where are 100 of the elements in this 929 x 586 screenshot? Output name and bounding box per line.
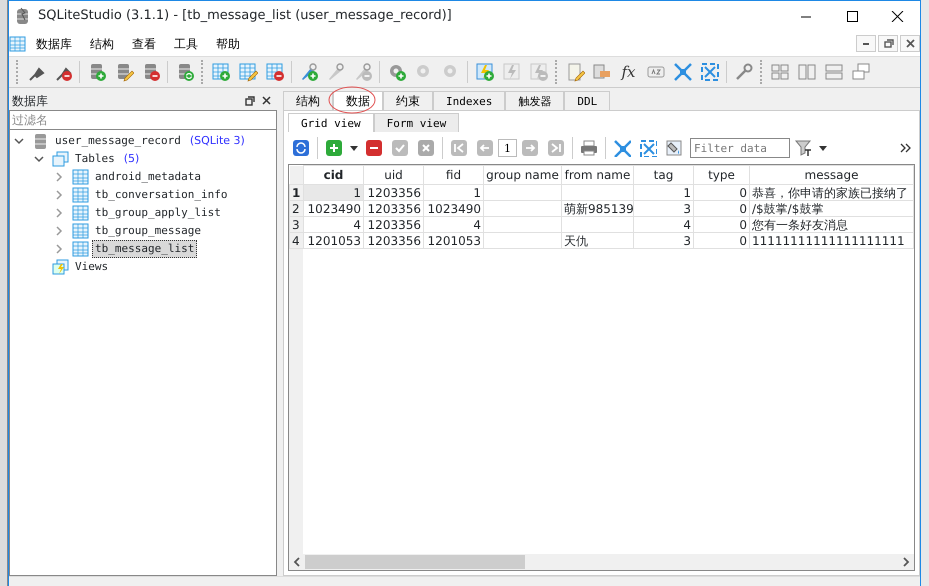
menu-item[interactable]: 帮助	[207, 34, 249, 52]
functions-button[interactable]: fx	[615, 59, 642, 85]
tree-item[interactable]: tb_message_list	[92, 240, 198, 258]
previous-page-icon	[476, 139, 494, 157]
restore-icon	[244, 95, 256, 106]
row-number[interactable]: 4	[290, 232, 304, 248]
filter-mode-icon	[794, 139, 812, 157]
menu-item[interactable]: 查看	[123, 34, 165, 52]
table-cell[interactable]: 1023490	[424, 200, 484, 216]
annotation-circle	[327, 85, 377, 115]
tree-item[interactable]: Views	[72, 258, 112, 276]
database-icon	[32, 133, 49, 149]
tab[interactable]: Indexes	[433, 91, 506, 110]
table-cell[interactable]: 1203356	[364, 200, 424, 216]
page-field[interactable]: 1	[498, 139, 517, 157]
table-cell[interactable]: 0	[694, 200, 750, 216]
table-cell[interactable]	[484, 216, 562, 232]
tab[interactable]: 触发器	[505, 91, 564, 110]
menu-item[interactable]: 数据库	[27, 34, 81, 52]
row-number[interactable]: 3	[290, 216, 304, 232]
item-count: (SQLite 3)	[190, 132, 245, 149]
tab[interactable]: 结构	[283, 91, 333, 110]
add-row-icon	[325, 139, 343, 157]
table-cell[interactable]: 3	[634, 232, 694, 248]
table-cell[interactable]: 0	[694, 184, 750, 200]
table-cell[interactable]	[562, 216, 634, 232]
table-cell[interactable]: 您有一条好友消息	[750, 216, 914, 232]
row-number[interactable]: 2	[290, 200, 304, 216]
table-cell[interactable]: 4	[424, 216, 484, 232]
commit-icon	[391, 139, 409, 157]
rollback-icon	[417, 139, 435, 157]
table-cell[interactable]	[484, 200, 562, 216]
table-icon	[72, 169, 89, 185]
table-cell[interactable]: 1203356	[364, 216, 424, 232]
tab[interactable]: 约束	[383, 91, 433, 110]
column-header[interactable]: uid	[364, 166, 424, 184]
menu-item[interactable]: 结构	[81, 34, 123, 52]
column-header[interactable]: cid	[304, 166, 364, 184]
tree-item[interactable]: tb_group_message	[92, 222, 204, 240]
table-cell[interactable]: 1	[304, 184, 364, 200]
column-header[interactable]: tag	[634, 166, 694, 184]
menu-item[interactable]: 工具	[165, 34, 207, 52]
maximize-icon	[844, 10, 858, 22]
tab[interactable]: DDL	[564, 91, 610, 110]
column-header[interactable]: type	[694, 166, 750, 184]
tree-item[interactable]: tb_group_apply_list	[92, 204, 224, 222]
minimize-icon	[863, 42, 869, 44]
row-number[interactable]: 1	[290, 184, 304, 200]
tab[interactable]: Grid view	[288, 113, 374, 132]
table-cell[interactable]: 3	[634, 200, 694, 216]
table-icon	[72, 241, 89, 257]
first-page-icon	[450, 139, 468, 157]
paint-icon	[665, 139, 683, 157]
tree-item[interactable]: android_metadata	[92, 168, 204, 186]
table-cell[interactable]: 1201053	[304, 232, 364, 248]
filter-field[interactable]: 过滤名	[9, 110, 277, 130]
table-cell[interactable]: 1203356	[364, 232, 424, 248]
tab[interactable]: Form view	[374, 113, 460, 132]
table-cell[interactable]: 0	[694, 232, 750, 248]
column-header[interactable]: message	[750, 166, 914, 184]
close-icon	[260, 95, 272, 106]
tree-item[interactable]: user_message_record	[52, 132, 184, 150]
window-title: SQLiteStudio (3.1.1) - [tb_message_list (user_message_record)]	[38, 7, 452, 26]
folder-icon	[52, 151, 69, 167]
table-cell[interactable]: 4	[304, 216, 364, 232]
table-cell[interactable]: 0	[694, 216, 750, 232]
mdi-restore-button[interactable]	[878, 35, 898, 52]
table-cell[interactable]	[484, 184, 562, 200]
table-cell[interactable]: 4	[634, 216, 694, 232]
tree-item[interactable]: tb_conversation_info	[92, 186, 230, 204]
print-icon	[580, 139, 598, 157]
table-cell[interactable]: 恭喜，你申请的家族已接纳了	[750, 184, 914, 200]
mdi-close-button[interactable]	[900, 35, 920, 52]
column-header[interactable]: fid	[424, 166, 484, 184]
filter-data-field[interactable]: Filter data	[690, 138, 790, 158]
views-icon	[52, 259, 69, 275]
dropdown-caret-icon	[350, 146, 358, 150]
column-header[interactable]: group name	[484, 166, 562, 184]
table-cell[interactable]: 1201053	[424, 232, 484, 248]
table-cell[interactable]: /$鼓掌/$鼓掌	[750, 200, 914, 216]
table-cell[interactable]: 1203356	[364, 184, 424, 200]
tree-item[interactable]: Tables	[72, 150, 118, 168]
table-cell[interactable]: 11111111111111111111	[750, 232, 914, 248]
scrollbar-thumb[interactable]	[305, 555, 525, 569]
table-cell[interactable]: 天仇	[562, 232, 634, 248]
collapse-icon	[613, 139, 631, 157]
table-icon	[72, 187, 89, 203]
table-icon	[72, 223, 89, 239]
table-cell[interactable]	[562, 184, 634, 200]
delete-row-icon	[365, 139, 383, 157]
table-cell[interactable]: 1023490	[304, 200, 364, 216]
column-header[interactable]: from name	[562, 166, 634, 184]
close-icon	[904, 38, 916, 49]
table-cell[interactable]: 1	[634, 184, 694, 200]
tab[interactable]: 数据	[333, 91, 383, 110]
dropdown-caret-icon	[819, 146, 827, 150]
mdi-minimize-button[interactable]	[856, 35, 876, 52]
table-cell[interactable]: 1	[424, 184, 484, 200]
table-cell[interactable]	[484, 232, 562, 248]
last-page-icon	[547, 139, 565, 157]
